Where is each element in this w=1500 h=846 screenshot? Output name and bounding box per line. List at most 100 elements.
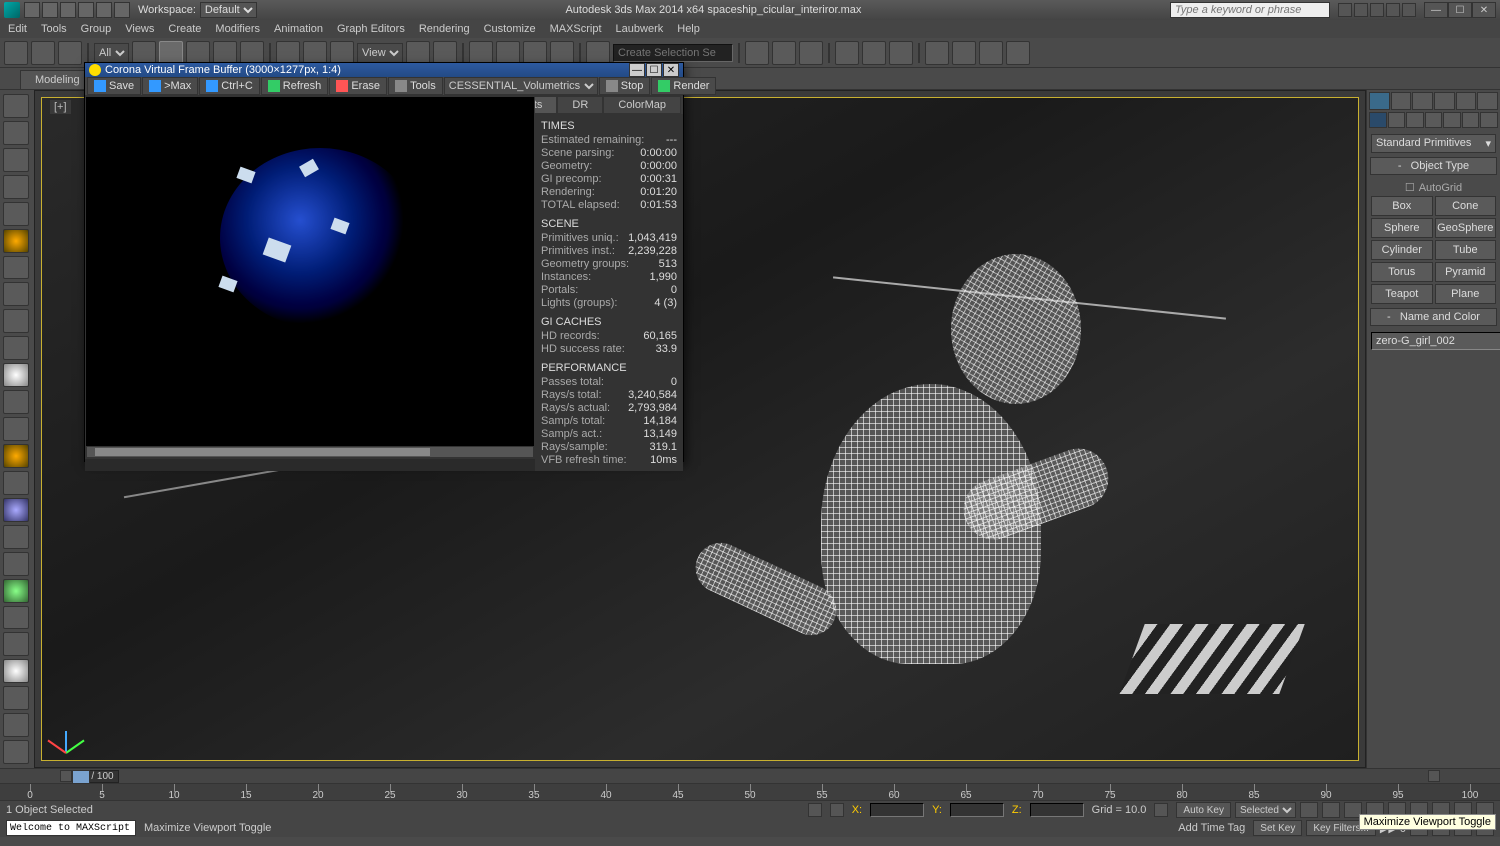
lt-icon-5[interactable]: [3, 202, 29, 226]
time-slider[interactable]: [72, 770, 90, 784]
vfb-tools-button[interactable]: Tools: [388, 77, 443, 95]
x-input[interactable]: [870, 803, 924, 817]
object-type-header[interactable]: - Object Type: [1370, 157, 1497, 175]
lt-icon-4[interactable]: [3, 175, 29, 199]
material-editor-icon[interactable]: [889, 41, 913, 65]
timeline-left-arrow-icon[interactable]: [60, 770, 72, 782]
prim-cone[interactable]: Cone: [1435, 196, 1497, 216]
lt-sphere-icon[interactable]: [3, 363, 29, 387]
vfb-render-button[interactable]: Render: [651, 77, 716, 95]
save-icon[interactable]: [60, 2, 76, 18]
app-logo-icon[interactable]: [4, 2, 20, 18]
vfb-maximize-button[interactable]: ☐: [646, 63, 662, 77]
viewport-label[interactable]: [+]: [50, 100, 71, 114]
vfb-titlebar[interactable]: Corona Virtual Frame Buffer (3000×1277px…: [85, 63, 683, 77]
modify-tab-icon[interactable]: [1391, 92, 1412, 110]
help-search-input[interactable]: [1170, 2, 1330, 18]
systems-cat-icon[interactable]: [1480, 112, 1498, 128]
autogrid-checkbox[interactable]: ☐ AutoGrid: [1371, 179, 1496, 196]
lt-icon-13[interactable]: [3, 417, 29, 441]
prim-cylinder[interactable]: Cylinder: [1371, 240, 1433, 260]
primitive-category-select[interactable]: Standard Primitives▾: [1371, 134, 1496, 153]
add-time-tag[interactable]: Add Time Tag: [1178, 822, 1245, 834]
paint-select-icon[interactable]: [240, 41, 264, 65]
vfb-tab-colormap[interactable]: ColorMap: [603, 96, 681, 114]
z-input[interactable]: [1030, 803, 1084, 817]
select-name-icon[interactable]: [159, 41, 183, 65]
lt-icon-22[interactable]: [3, 659, 29, 683]
schematic-icon[interactable]: [862, 41, 886, 65]
scale-icon[interactable]: [330, 41, 354, 65]
helpers-cat-icon[interactable]: [1443, 112, 1461, 128]
key-mode-select[interactable]: Selected: [1235, 802, 1296, 818]
link-icon[interactable]: [114, 2, 130, 18]
prim-geosphere[interactable]: GeoSphere: [1435, 218, 1497, 238]
vfb-h-scrollbar[interactable]: [86, 446, 534, 458]
link-tb-icon[interactable]: [58, 41, 82, 65]
favorite2-icon[interactable]: [1386, 3, 1400, 17]
signin-icon[interactable]: [1338, 3, 1352, 17]
rect-select-icon[interactable]: [186, 41, 210, 65]
manip-icon[interactable]: [433, 41, 457, 65]
name-color-header[interactable]: - Name and Color: [1370, 308, 1497, 326]
prim-torus[interactable]: Torus: [1371, 262, 1433, 282]
spinner-snap-icon[interactable]: [550, 41, 574, 65]
menu-maxscript[interactable]: MAXScript: [550, 23, 602, 35]
lt-grass-icon[interactable]: [3, 579, 29, 603]
rotate-icon[interactable]: [303, 41, 327, 65]
menu-animation[interactable]: Animation: [274, 23, 323, 35]
prev-frame-icon[interactable]: [1322, 802, 1340, 818]
vfb-tomax-button[interactable]: >Max: [142, 77, 198, 95]
menu-rendering[interactable]: Rendering: [419, 23, 470, 35]
pivot-icon[interactable]: [406, 41, 430, 65]
lt-icon-20[interactable]: [3, 606, 29, 630]
lt-icon-8[interactable]: [3, 282, 29, 306]
lt-sun-icon[interactable]: [3, 444, 29, 468]
teapot-render-icon[interactable]: [1006, 41, 1030, 65]
lt-icon-18[interactable]: [3, 552, 29, 576]
vfb-close-button[interactable]: ✕: [663, 63, 679, 77]
named-sel-icon[interactable]: [586, 41, 610, 65]
lt-light-icon[interactable]: [3, 229, 29, 253]
hierarchy-tab-icon[interactable]: [1412, 92, 1433, 110]
select-object-icon[interactable]: [132, 41, 156, 65]
maxscript-listener[interactable]: [6, 820, 136, 836]
lt-icon-2[interactable]: [3, 121, 29, 145]
snap-toggle-icon[interactable]: [469, 41, 493, 65]
abs-rel-icon[interactable]: [830, 803, 844, 817]
help-icon[interactable]: [1402, 3, 1416, 17]
create-tab-icon[interactable]: [1369, 92, 1390, 110]
vfb-minimize-button[interactable]: —: [629, 63, 645, 77]
menu-customize[interactable]: Customize: [484, 23, 536, 35]
lt-icon-15[interactable]: [3, 471, 29, 495]
motion-tab-icon[interactable]: [1434, 92, 1455, 110]
exchange-icon[interactable]: [1354, 3, 1368, 17]
close-button[interactable]: ✕: [1472, 2, 1496, 18]
lt-icon-17[interactable]: [3, 525, 29, 549]
undo-tb-icon[interactable]: [4, 41, 28, 65]
layers-icon[interactable]: [799, 41, 823, 65]
move-icon[interactable]: [276, 41, 300, 65]
prim-teapot[interactable]: Teapot: [1371, 284, 1433, 304]
curve-editor-icon[interactable]: [835, 41, 859, 65]
goto-start-icon[interactable]: [1300, 802, 1318, 818]
lt-icon-23[interactable]: [3, 686, 29, 710]
menu-views[interactable]: Views: [125, 23, 154, 35]
utilities-tab-icon[interactable]: [1477, 92, 1498, 110]
menu-modifiers[interactable]: Modifiers: [215, 23, 260, 35]
setkey-button[interactable]: Set Key: [1253, 820, 1302, 836]
lt-icon-21[interactable]: [3, 632, 29, 656]
lt-icon-1[interactable]: [3, 94, 29, 118]
menu-grapheditors[interactable]: Graph Editors: [337, 23, 405, 35]
align-icon[interactable]: [772, 41, 796, 65]
object-name-input[interactable]: [1371, 332, 1500, 350]
prim-box[interactable]: Box: [1371, 196, 1433, 216]
selection-filter-select[interactable]: All: [94, 43, 129, 63]
refcoord-select[interactable]: View: [357, 43, 403, 63]
cameras-cat-icon[interactable]: [1425, 112, 1443, 128]
render-setup-icon[interactable]: [925, 41, 949, 65]
key-icon[interactable]: [1154, 803, 1168, 817]
redo-tb-icon[interactable]: [31, 41, 55, 65]
timeline-right-arrow-icon[interactable]: [1428, 770, 1440, 782]
prim-tube[interactable]: Tube: [1435, 240, 1497, 260]
